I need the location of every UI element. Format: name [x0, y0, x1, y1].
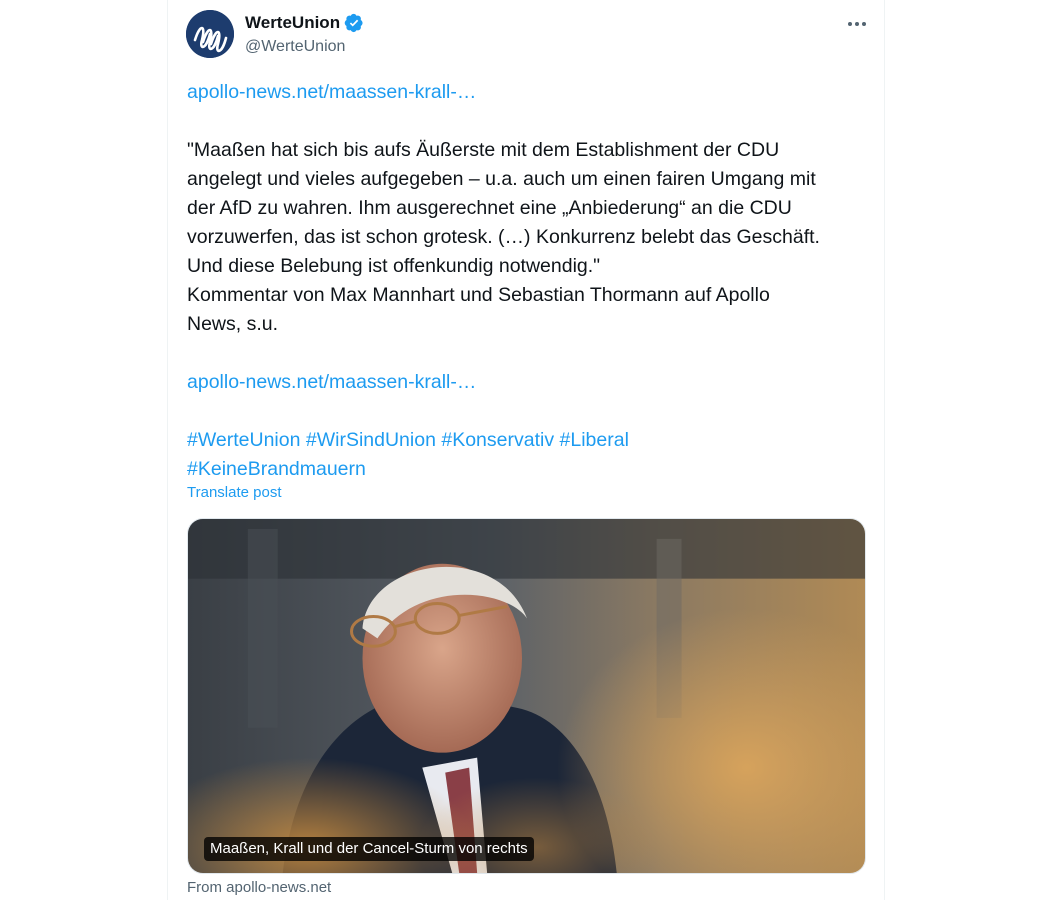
hashtag-keinebrandmauern[interactable]: #KeineBrandmauern [187, 458, 366, 480]
more-options-button[interactable] [842, 12, 872, 36]
werteunion-logo-icon [186, 10, 234, 58]
verified-badge-icon [344, 13, 364, 33]
quote-line: der AfD zu wahren. Ihm ausgerechnet eine… [187, 197, 792, 219]
hashtag-wirsindunion[interactable]: #WirSindUnion [306, 429, 436, 451]
hashtag-liberal[interactable]: #Liberal [560, 429, 629, 451]
article-photo [188, 519, 865, 873]
quote-line: angelegt und vieles aufgegeben – u.a. au… [187, 168, 816, 190]
article-link-top[interactable]: apollo-news.net/maassen-krall-… [187, 81, 476, 103]
name-row: WerteUnion [245, 13, 364, 33]
article-link-bottom[interactable]: apollo-news.net/maassen-krall-… [187, 371, 476, 393]
link-card-title: Maaßen, Krall und der Cancel-Sturm von r… [204, 837, 534, 861]
translate-post-button[interactable]: Translate post [187, 484, 282, 501]
post-text: apollo-news.net/maassen-krall-… "Maaßen … [187, 78, 877, 484]
post-card: WerteUnion @WerteUnion apollo-news.net/m… [167, 0, 885, 900]
quote-line: vorzuwerfen, das ist schon grotesk. (…) … [187, 226, 820, 248]
avatar[interactable] [186, 10, 234, 58]
more-dot-icon [855, 22, 859, 26]
more-dot-icon [862, 22, 866, 26]
handle[interactable]: @WerteUnion [245, 38, 345, 56]
hashtag-werteunion[interactable]: #WerteUnion [187, 429, 300, 451]
quote-line: "Maaßen hat sich bis aufs Äußerste mit d… [187, 139, 780, 161]
link-card-source[interactable]: From apollo-news.net [187, 879, 331, 896]
more-dot-icon [848, 22, 852, 26]
quote-line: News, s.u. [187, 313, 279, 335]
quote-line: Kommentar von Max Mannhart und Sebastian… [187, 284, 770, 306]
display-name[interactable]: WerteUnion [245, 13, 340, 33]
quote-line: Und diese Belebung ist offenkundig notwe… [187, 255, 601, 277]
hashtag-konservativ[interactable]: #Konservativ [441, 429, 554, 451]
link-card-image[interactable]: Maaßen, Krall und der Cancel-Sturm von r… [187, 518, 866, 874]
